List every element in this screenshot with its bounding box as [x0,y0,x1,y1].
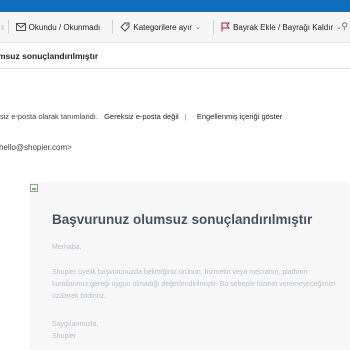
tag-icon [120,22,130,32]
flag-button[interactable]: Bayrak Ekle / Bayrağı Kaldır ⌄ [221,22,342,32]
categorize-label: Kategorilere ayır [133,22,193,32]
not-junk-link[interactable]: Gereksiz e-posta değil [104,112,179,121]
read-unread-label: Okundu / Okunmadı [28,22,101,32]
junk-notice-text: siz e-posta olarak tanımlandı. [0,112,98,121]
flag-label: Bayrak Ekle / Bayrağı Kaldır [233,22,334,32]
show-blocked-content-link[interactable]: Engellenmiş içeriği göster [197,112,282,121]
pin-icon[interactable]: ⚲ [341,21,348,32]
read-unread-button[interactable]: Okundu / Okunmadı [15,22,101,32]
flag-icon [221,22,230,32]
notice-separator: | [184,112,187,121]
email-heading: Başvurunuz olumsuz sonuçlandırılmıştır [52,212,313,227]
title-bar [0,0,350,12]
email-signature: Shopier [52,333,77,340]
sender-address[interactable]: hello@shopier.com> [0,143,72,152]
subject-text: msuz sonuçlandırılmıştır [0,51,99,61]
email-greeting: Merhaba, [52,244,82,251]
toolbar-partial-item[interactable]: ıl [0,23,4,32]
message-subject: msuz sonuçlandırılmıştır [0,44,350,69]
broken-image-icon [30,184,38,192]
chevron-down-icon[interactable]: ⌄ [195,23,201,31]
junk-notice-bar: siz e-posta olarak tanımlandı. Gereksiz … [0,108,350,126]
email-signoff: Saygılarımızla, [52,321,99,328]
envelope-icon [15,23,26,31]
categorize-button[interactable]: Kategorilere ayır ⌄ [120,22,201,32]
ribbon-toolbar: ıl Okundu / Okunmadı Kategorilere ayır ⌄… [0,12,350,43]
email-paragraph: Shopier üyelik başvurunuzda belirttiğini… [52,269,336,300]
